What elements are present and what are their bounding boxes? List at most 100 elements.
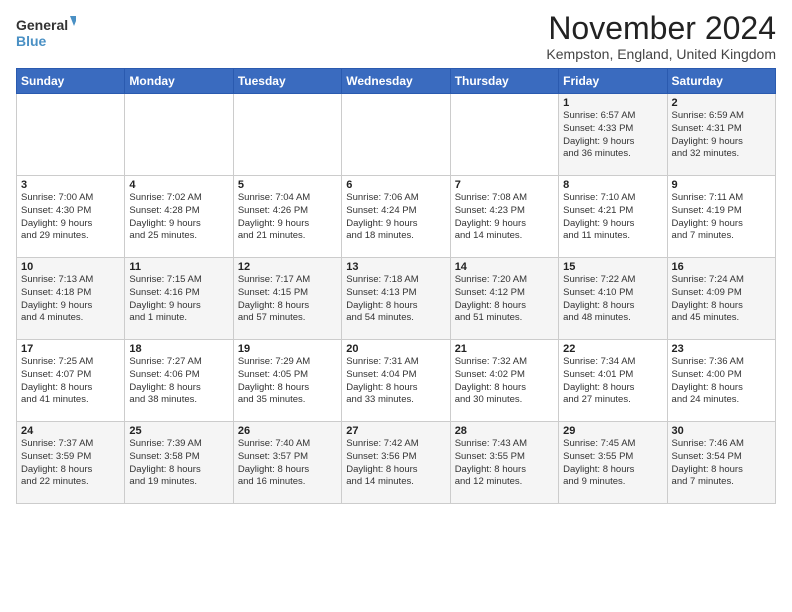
day-number: 28 [455,425,554,437]
day-info: Sunrise: 7:11 AMSunset: 4:19 PMDaylight:… [672,192,744,241]
calendar-cell [125,94,233,176]
day-number: 22 [563,343,662,355]
calendar-cell: 2Sunrise: 6:59 AMSunset: 4:31 PMDaylight… [667,94,775,176]
day-info: Sunrise: 7:02 AMSunset: 4:28 PMDaylight:… [129,192,201,241]
calendar-cell: 26Sunrise: 7:40 AMSunset: 3:57 PMDayligh… [233,422,341,504]
day-info: Sunrise: 7:17 AMSunset: 4:15 PMDaylight:… [238,274,310,323]
month-title: November 2024 [546,12,776,44]
calendar-cell: 13Sunrise: 7:18 AMSunset: 4:13 PMDayligh… [342,258,450,340]
calendar-week-0: 1Sunrise: 6:57 AMSunset: 4:33 PMDaylight… [17,94,776,176]
day-info: Sunrise: 6:59 AMSunset: 4:31 PMDaylight:… [672,110,744,159]
header-sunday: Sunday [17,69,125,94]
day-number: 4 [129,179,228,191]
calendar-cell [342,94,450,176]
header-thursday: Thursday [450,69,558,94]
day-number: 13 [346,261,445,273]
calendar-cell: 17Sunrise: 7:25 AMSunset: 4:07 PMDayligh… [17,340,125,422]
header-friday: Friday [559,69,667,94]
svg-text:Blue: Blue [16,33,47,49]
day-info: Sunrise: 7:18 AMSunset: 4:13 PMDaylight:… [346,274,418,323]
calendar-cell: 10Sunrise: 7:13 AMSunset: 4:18 PMDayligh… [17,258,125,340]
svg-text:General: General [16,17,68,33]
day-info: Sunrise: 7:08 AMSunset: 4:23 PMDaylight:… [455,192,527,241]
calendar-week-1: 3Sunrise: 7:00 AMSunset: 4:30 PMDaylight… [17,176,776,258]
day-number: 12 [238,261,337,273]
day-info: Sunrise: 7:39 AMSunset: 3:58 PMDaylight:… [129,438,201,487]
day-info: Sunrise: 7:36 AMSunset: 4:00 PMDaylight:… [672,356,744,405]
title-block: November 2024 Kempston, England, United … [546,12,776,62]
calendar-cell: 29Sunrise: 7:45 AMSunset: 3:55 PMDayligh… [559,422,667,504]
calendar-cell: 15Sunrise: 7:22 AMSunset: 4:10 PMDayligh… [559,258,667,340]
day-info: Sunrise: 7:42 AMSunset: 3:56 PMDaylight:… [346,438,418,487]
day-info: Sunrise: 7:15 AMSunset: 4:16 PMDaylight:… [129,274,201,323]
calendar-cell: 22Sunrise: 7:34 AMSunset: 4:01 PMDayligh… [559,340,667,422]
day-number: 29 [563,425,662,437]
calendar-cell: 20Sunrise: 7:31 AMSunset: 4:04 PMDayligh… [342,340,450,422]
day-info: Sunrise: 7:34 AMSunset: 4:01 PMDaylight:… [563,356,635,405]
calendar-cell: 7Sunrise: 7:08 AMSunset: 4:23 PMDaylight… [450,176,558,258]
day-number: 9 [672,179,771,191]
calendar-cell [450,94,558,176]
calendar-cell: 23Sunrise: 7:36 AMSunset: 4:00 PMDayligh… [667,340,775,422]
calendar-cell: 19Sunrise: 7:29 AMSunset: 4:05 PMDayligh… [233,340,341,422]
day-info: Sunrise: 7:27 AMSunset: 4:06 PMDaylight:… [129,356,201,405]
day-number: 6 [346,179,445,191]
day-number: 19 [238,343,337,355]
day-info: Sunrise: 7:40 AMSunset: 3:57 PMDaylight:… [238,438,310,487]
day-number: 10 [21,261,120,273]
day-number: 20 [346,343,445,355]
day-info: Sunrise: 7:13 AMSunset: 4:18 PMDaylight:… [21,274,93,323]
day-number: 3 [21,179,120,191]
calendar-cell: 3Sunrise: 7:00 AMSunset: 4:30 PMDaylight… [17,176,125,258]
location: Kempston, England, United Kingdom [546,46,776,62]
header-monday: Monday [125,69,233,94]
calendar-week-4: 24Sunrise: 7:37 AMSunset: 3:59 PMDayligh… [17,422,776,504]
calendar-cell: 9Sunrise: 7:11 AMSunset: 4:19 PMDaylight… [667,176,775,258]
calendar: Sunday Monday Tuesday Wednesday Thursday… [16,68,776,504]
calendar-cell: 21Sunrise: 7:32 AMSunset: 4:02 PMDayligh… [450,340,558,422]
day-number: 18 [129,343,228,355]
day-info: Sunrise: 7:45 AMSunset: 3:55 PMDaylight:… [563,438,635,487]
day-number: 1 [563,97,662,109]
header-saturday: Saturday [667,69,775,94]
day-number: 23 [672,343,771,355]
day-info: Sunrise: 7:20 AMSunset: 4:12 PMDaylight:… [455,274,527,323]
header: General Blue November 2024 Kempston, Eng… [16,12,776,62]
day-number: 8 [563,179,662,191]
calendar-week-3: 17Sunrise: 7:25 AMSunset: 4:07 PMDayligh… [17,340,776,422]
calendar-cell: 1Sunrise: 6:57 AMSunset: 4:33 PMDaylight… [559,94,667,176]
calendar-cell: 12Sunrise: 7:17 AMSunset: 4:15 PMDayligh… [233,258,341,340]
day-number: 24 [21,425,120,437]
day-info: Sunrise: 7:46 AMSunset: 3:54 PMDaylight:… [672,438,744,487]
day-info: Sunrise: 7:22 AMSunset: 4:10 PMDaylight:… [563,274,635,323]
calendar-cell [233,94,341,176]
day-number: 17 [21,343,120,355]
calendar-week-2: 10Sunrise: 7:13 AMSunset: 4:18 PMDayligh… [17,258,776,340]
day-info: Sunrise: 7:32 AMSunset: 4:02 PMDaylight:… [455,356,527,405]
day-number: 26 [238,425,337,437]
calendar-header-row: Sunday Monday Tuesday Wednesday Thursday… [17,69,776,94]
calendar-cell: 8Sunrise: 7:10 AMSunset: 4:21 PMDaylight… [559,176,667,258]
day-number: 5 [238,179,337,191]
calendar-cell: 25Sunrise: 7:39 AMSunset: 3:58 PMDayligh… [125,422,233,504]
header-tuesday: Tuesday [233,69,341,94]
header-wednesday: Wednesday [342,69,450,94]
day-info: Sunrise: 7:37 AMSunset: 3:59 PMDaylight:… [21,438,93,487]
calendar-cell: 18Sunrise: 7:27 AMSunset: 4:06 PMDayligh… [125,340,233,422]
calendar-cell [17,94,125,176]
calendar-cell: 4Sunrise: 7:02 AMSunset: 4:28 PMDaylight… [125,176,233,258]
calendar-cell: 5Sunrise: 7:04 AMSunset: 4:26 PMDaylight… [233,176,341,258]
calendar-cell: 6Sunrise: 7:06 AMSunset: 4:24 PMDaylight… [342,176,450,258]
day-info: Sunrise: 7:00 AMSunset: 4:30 PMDaylight:… [21,192,93,241]
calendar-cell: 11Sunrise: 7:15 AMSunset: 4:16 PMDayligh… [125,258,233,340]
day-info: Sunrise: 7:24 AMSunset: 4:09 PMDaylight:… [672,274,744,323]
calendar-cell: 27Sunrise: 7:42 AMSunset: 3:56 PMDayligh… [342,422,450,504]
day-info: Sunrise: 7:31 AMSunset: 4:04 PMDaylight:… [346,356,418,405]
day-number: 15 [563,261,662,273]
day-info: Sunrise: 7:10 AMSunset: 4:21 PMDaylight:… [563,192,635,241]
day-number: 21 [455,343,554,355]
day-number: 30 [672,425,771,437]
calendar-body: 1Sunrise: 6:57 AMSunset: 4:33 PMDaylight… [17,94,776,504]
logo-svg: General Blue [16,12,76,52]
day-info: Sunrise: 7:06 AMSunset: 4:24 PMDaylight:… [346,192,418,241]
